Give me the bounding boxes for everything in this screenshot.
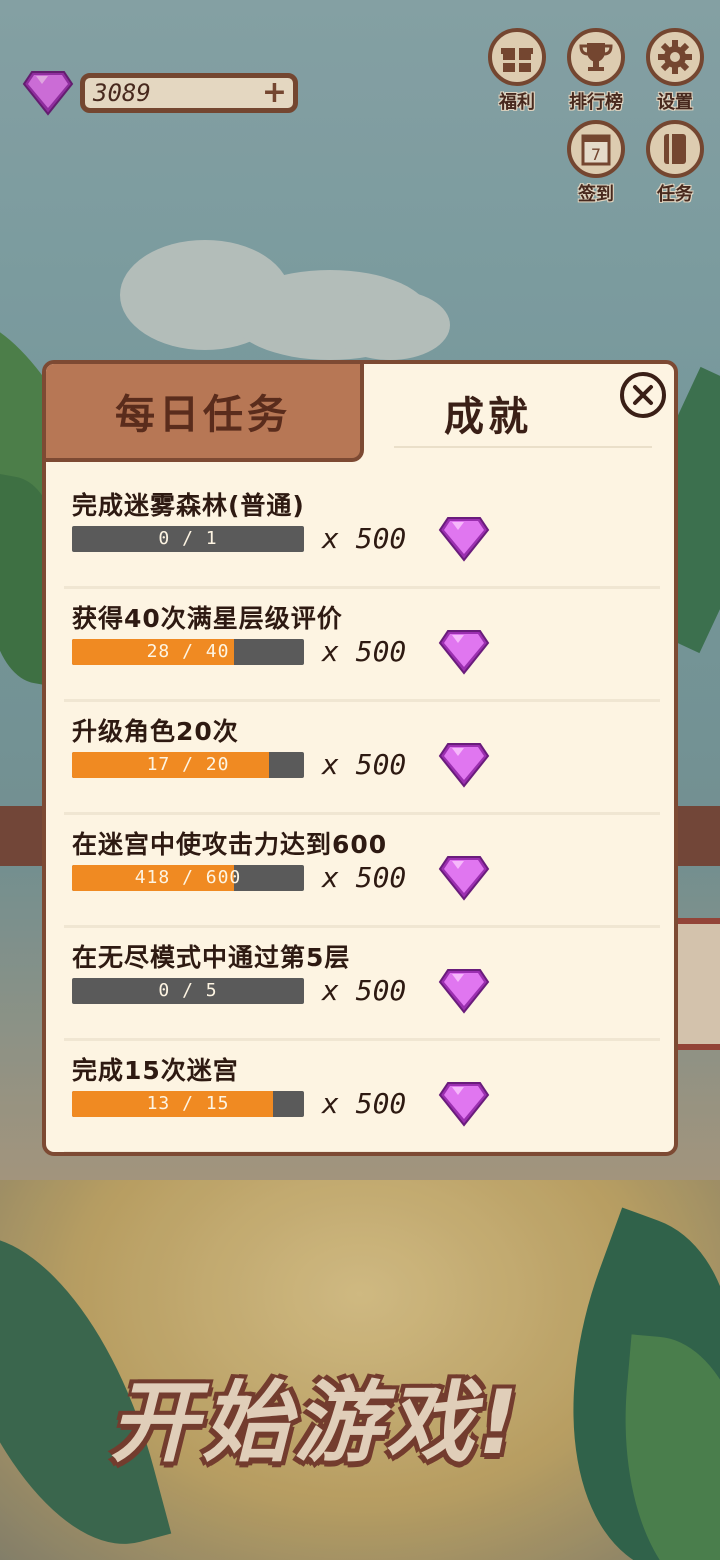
task-reward-amount: x 500 (322, 522, 407, 555)
task-progress-bar: 418 / 600 (72, 865, 304, 891)
task-title: 获得40次满星层级评价 (72, 604, 343, 633)
gem-icon (438, 855, 490, 905)
tab-achievements-label: 成就 (444, 394, 532, 440)
task-reward-amount: x 500 (322, 1087, 407, 1120)
task-title: 在无尽模式中通过第5层 (72, 943, 351, 972)
task-reward-amount: x 500 (322, 861, 407, 894)
tab-divider (394, 446, 652, 448)
task-progress-bar: 13 / 15 (72, 1091, 304, 1117)
task-row: 在迷宫中使攻击力达到600 418 / 600 x 500 (64, 815, 660, 928)
gem-icon (438, 1081, 490, 1131)
task-row: 获得40次满星层级评价 28 / 40 x 500 (64, 589, 660, 702)
gem-icon (438, 968, 490, 1018)
task-row: 升级角色20次 17 / 20 x 500 (64, 702, 660, 815)
task-progress-bar: 17 / 20 (72, 752, 304, 778)
close-button[interactable] (620, 372, 666, 418)
task-title: 在迷宫中使攻击力达到600 (72, 830, 388, 859)
task-progress-bar: 0 / 1 (72, 526, 304, 552)
task-progress-text: 0 / 5 (158, 980, 218, 1001)
task-reward-amount: x 500 (322, 974, 407, 1007)
task-row: 完成迷雾森林(普通) 0 / 1 x 500 (64, 476, 660, 589)
task-progress-bar: 28 / 40 (72, 639, 304, 665)
task-title: 完成15次迷宫 (72, 1056, 239, 1085)
gem-icon (438, 629, 490, 679)
task-title: 完成迷雾森林(普通) (72, 491, 305, 520)
task-progress-text: 13 / 15 (146, 1093, 230, 1114)
tasks-modal: 每日任务 成就 完成迷雾森林(普通) 0 / 1 x 500 获得40次满星层级… (42, 360, 678, 1156)
task-row: 在无尽模式中通过第5层 0 / 5 x 500 (64, 928, 660, 1041)
task-row: 完成15次迷宫 13 / 15 x 500 (64, 1041, 660, 1152)
task-reward-amount: x 500 (322, 748, 407, 781)
gem-icon (438, 742, 490, 792)
task-progress-text: 0 / 1 (158, 528, 218, 549)
tab-daily-tasks-label: 每日任务 (115, 392, 291, 438)
task-progress-bar: 0 / 5 (72, 978, 304, 1004)
task-list: 完成迷雾森林(普通) 0 / 1 x 500 获得40次满星层级评价 28 / … (64, 476, 660, 1152)
tab-daily-tasks[interactable]: 每日任务 (46, 364, 364, 462)
gem-icon (438, 516, 490, 566)
task-progress-text: 418 / 600 (134, 867, 242, 888)
close-icon (633, 385, 653, 405)
task-title: 升级角色20次 (72, 717, 239, 746)
task-reward-amount: x 500 (322, 635, 407, 668)
task-progress-text: 17 / 20 (146, 754, 230, 775)
task-progress-text: 28 / 40 (146, 641, 230, 662)
